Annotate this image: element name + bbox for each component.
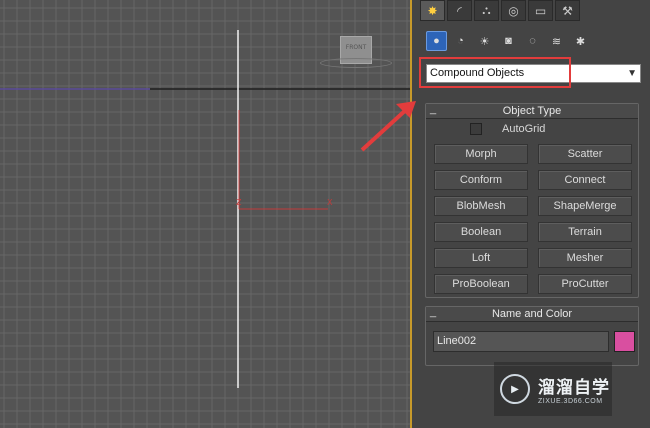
boolean-button[interactable]: Boolean	[434, 222, 528, 242]
watermark: ▶ 溜溜自学 ZIXUE.3D66.COM	[494, 362, 612, 416]
autogrid-checkbox[interactable]	[470, 123, 482, 135]
watermark-title: 溜溜自学	[538, 378, 610, 397]
category-lights-icon[interactable]: ☀	[474, 31, 495, 51]
play-logo-icon: ▶	[500, 374, 530, 404]
watermark-url: ZIXUE.3D66.COM	[538, 398, 603, 405]
mesher-button[interactable]: Mesher	[538, 248, 632, 268]
category-geometry-icon[interactable]: ●	[426, 31, 447, 51]
category-shapes-icon[interactable]: ◔	[450, 31, 471, 51]
viewcube[interactable]: FRONT	[320, 32, 392, 72]
terrain-button[interactable]: Terrain	[538, 222, 632, 242]
rollout-title: Name and Color	[491, 308, 573, 320]
front-viewport[interactable]: Z X FRONT	[0, 0, 410, 428]
loft-button[interactable]: Loft	[434, 248, 528, 268]
scatter-button[interactable]: Scatter	[538, 144, 632, 164]
collapse-icon[interactable]: _	[430, 102, 436, 116]
category-cameras-icon[interactable]: ◙	[498, 31, 519, 51]
conform-button[interactable]: Conform	[434, 170, 528, 190]
connect-button[interactable]: Connect	[538, 170, 632, 190]
morph-button[interactable]: Morph	[434, 144, 528, 164]
object-color-swatch[interactable]	[614, 331, 635, 352]
name-and-color-rollout: _ Name and Color Line002	[425, 306, 639, 366]
gizmo-z-label: Z	[236, 198, 242, 207]
proboolean-button[interactable]: ProBoolean	[434, 274, 528, 294]
object-type-rollout: _ Object Type AutoGrid Morph Scatter Confo…	[425, 103, 639, 298]
autogrid-option[interactable]: AutoGrid	[470, 122, 545, 136]
highlight-box	[419, 57, 571, 88]
object-name-field[interactable]: Line002	[433, 331, 609, 352]
create-category-bar: ● ◔ ☀ ◙ ◌ ≋ ✱	[426, 31, 591, 51]
collapse-icon[interactable]: _	[430, 305, 436, 319]
tab-display-icon[interactable]: ▭	[528, 0, 553, 21]
tab-utilities-icon[interactable]: ⚒	[555, 0, 580, 21]
tab-create-icon[interactable]: ✸	[420, 0, 445, 21]
rollout-header[interactable]: _ Object Type	[426, 102, 638, 119]
chevron-down-icon[interactable]: ▼	[627, 65, 637, 82]
category-helpers-icon[interactable]: ◌	[522, 31, 543, 51]
procutter-button[interactable]: ProCutter	[538, 274, 632, 294]
rollout-header[interactable]: _ Name and Color	[426, 305, 638, 322]
command-panel-tabs: ✸ ◜ ⛬ ◎ ▭ ⚒	[420, 0, 580, 21]
category-space-warps-icon[interactable]: ≋	[546, 31, 567, 51]
rollout-title: Object Type	[502, 105, 562, 117]
tab-hierarchy-icon[interactable]: ⛬	[474, 0, 499, 21]
tab-modify-icon[interactable]: ◜	[447, 0, 472, 21]
blobmesh-button[interactable]: BlobMesh	[434, 196, 528, 216]
shapemerge-button[interactable]: ShapeMerge	[538, 196, 632, 216]
tab-motion-icon[interactable]: ◎	[501, 0, 526, 21]
category-systems-icon[interactable]: ✱	[570, 31, 591, 51]
autogrid-label: AutoGrid	[502, 123, 546, 135]
viewcube-ring[interactable]	[320, 58, 392, 68]
gizmo-x-label: X	[327, 198, 333, 207]
